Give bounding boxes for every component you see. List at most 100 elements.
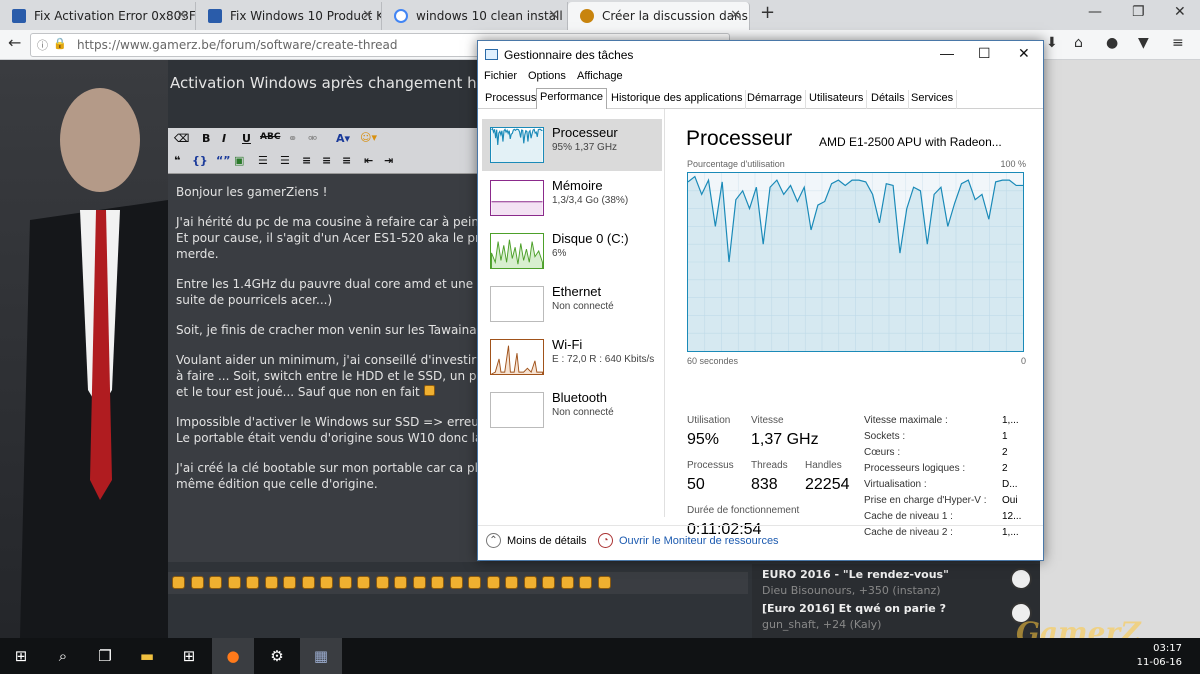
smiley-icon[interactable] [542, 576, 555, 589]
task-manager-taskbar-icon[interactable]: ▦ [300, 638, 342, 674]
smiley-icon[interactable] [172, 576, 185, 589]
resource-bluetooth[interactable]: Bluetooth Non connecté [482, 384, 662, 436]
align-left-icon[interactable]: ≡ [302, 154, 311, 167]
minimize-icon[interactable]: — [940, 45, 954, 61]
menu-fichier[interactable]: Fichier [484, 70, 517, 82]
tab-processus[interactable]: Processus [482, 90, 541, 109]
tab-utilisateurs[interactable]: Utilisateurs [806, 90, 868, 109]
smiley-icon[interactable] [523, 576, 537, 589]
smiley-icon[interactable] [394, 576, 407, 589]
menu-options[interactable]: Options [528, 70, 566, 82]
tab-details[interactable]: Détails [868, 90, 909, 109]
restore-icon[interactable]: ❐ [1132, 4, 1145, 20]
smiley-icon[interactable] [357, 576, 370, 589]
new-tab-button[interactable]: + [760, 2, 775, 23]
firefox-icon[interactable]: ● [212, 638, 254, 674]
resource-disk[interactable]: Disque 0 (C:) 6% [482, 225, 662, 277]
smiley-icon[interactable] [283, 576, 296, 589]
store-icon[interactable]: ⊞ [168, 638, 210, 674]
smiley-icon[interactable] [412, 576, 426, 589]
news-title[interactable]: EURO 2016 - "Le rendez-vous" [762, 568, 949, 581]
numbered-list-icon[interactable]: ☰ [280, 154, 290, 167]
smiley-icon[interactable] [338, 576, 352, 589]
info-value: D... [1002, 479, 1018, 490]
news-title[interactable]: [Euro 2016] Et qwé on parie ? [762, 602, 946, 615]
tab-performance[interactable]: Performance [536, 88, 607, 109]
browser-tab-1[interactable]: Fix Activation Error 0x803F... ✕ [0, 2, 196, 30]
back-icon[interactable]: ← [8, 33, 21, 52]
smiley-icon[interactable] [579, 576, 592, 589]
smiley-icon[interactable] [560, 576, 574, 589]
smiley-icon[interactable] [505, 576, 518, 589]
browser-tab-3[interactable]: windows 10 clean install b... ✕ [382, 2, 568, 30]
post-editor[interactable]: Bonjour les gamerZiens ! J'ai hérité du … [168, 174, 480, 562]
system-clock[interactable]: 03:17 11-06-16 [1137, 642, 1182, 670]
close-tab-icon[interactable]: ✕ [730, 8, 741, 23]
media-icon[interactable]: ▣ [234, 154, 244, 167]
menu-icon[interactable]: ≡ [1172, 35, 1184, 51]
task-view-icon[interactable]: ❐ [84, 638, 126, 674]
smiley-icon[interactable] [264, 576, 278, 589]
task-manager-titlebar[interactable]: Gestionnaire des tâches — ☐ ✕ [478, 41, 1043, 69]
smiley-icon[interactable] [486, 576, 500, 589]
gamerz-favicon-icon [580, 9, 594, 23]
browser-tab-4[interactable]: Créer la discussion dans ... ✕ [568, 2, 750, 30]
pocket-icon[interactable]: ▼ [1138, 35, 1149, 51]
italic-button[interactable]: I [222, 132, 226, 145]
smiley-icon[interactable] [375, 576, 389, 589]
download-icon[interactable]: ⬇ [1046, 35, 1058, 51]
smiley-icon[interactable] [431, 576, 444, 589]
settings-icon[interactable]: ⚙ [256, 638, 298, 674]
close-tab-icon[interactable]: ✕ [176, 8, 187, 23]
fewer-details-button[interactable]: ⌃ Moins de détails [486, 533, 587, 548]
smiley-icon[interactable] [227, 576, 241, 589]
quote-icon[interactable]: ❝ [174, 154, 180, 167]
maximize-icon[interactable]: ☐ [978, 45, 991, 62]
close-icon[interactable]: ✕ [1018, 45, 1030, 62]
resource-ethernet[interactable]: Ethernet Non connecté [482, 278, 662, 330]
smiley-icon[interactable] [320, 576, 333, 589]
smiley-icon[interactable] [468, 576, 481, 589]
align-right-icon[interactable]: ≡ [342, 154, 351, 167]
align-center-icon[interactable]: ≡ [322, 154, 331, 167]
tab-historique[interactable]: Historique des applications [608, 90, 747, 109]
tab-demarrage[interactable]: Démarrage [744, 90, 807, 109]
bold-button[interactable]: B [202, 132, 210, 145]
smiley-icon[interactable] [209, 576, 222, 589]
link-icon[interactable]: ⚭ [288, 132, 297, 145]
resource-cpu[interactable]: Processeur 95% 1,37 GHz [482, 119, 662, 171]
eraser-icon[interactable]: ⌫ [174, 132, 190, 145]
outdent-icon[interactable]: ⇤ [364, 154, 373, 167]
underline-button[interactable]: U [242, 132, 251, 145]
home-icon[interactable]: ⌂ [1074, 35, 1083, 51]
tab-services[interactable]: Services [908, 90, 958, 109]
text-color-button[interactable]: A▾ [336, 132, 350, 145]
minimize-icon[interactable]: — [1088, 4, 1102, 20]
resource-memory[interactable]: Mémoire 1,3/3,4 Go (38%) [482, 172, 662, 224]
browser-tab-2[interactable]: Fix Windows 10 Product Key Er... ✕ [196, 2, 382, 30]
inline-quote-icon[interactable]: “” [216, 154, 230, 167]
smiley-icon[interactable]: ☺▾ [360, 131, 377, 144]
smiley-icon[interactable] [246, 576, 259, 589]
strikethrough-button[interactable]: ABC [260, 132, 280, 142]
smiley-icon[interactable] [597, 576, 611, 589]
bullet-list-icon[interactable]: ☰ [258, 154, 268, 167]
info-icon[interactable]: ⓘ [37, 37, 48, 53]
file-explorer-icon[interactable]: ▬ [126, 638, 168, 674]
smiley-icon[interactable] [301, 576, 315, 589]
menu-affichage[interactable]: Affichage [577, 70, 623, 82]
indent-icon[interactable]: ⇥ [384, 154, 393, 167]
chat-icon[interactable]: ● [1106, 35, 1118, 51]
close-tab-icon[interactable]: ✕ [362, 8, 373, 23]
search-icon[interactable]: ⌕ [42, 638, 84, 674]
resource-monitor-link[interactable]: ◔ Ouvrir le Moniteur de ressources [598, 533, 779, 548]
close-tab-icon[interactable]: ✕ [548, 8, 559, 23]
start-button[interactable]: ⊞ [0, 638, 42, 674]
resource-wifi[interactable]: Wi-Fi E : 72,0 R : 640 Kbits/s [482, 331, 662, 383]
code-icon[interactable]: {} [192, 154, 208, 167]
text-line: Impossible d'activer le Windows sur SSD … [176, 415, 480, 429]
close-window-icon[interactable]: ✕ [1174, 4, 1186, 20]
unlink-icon[interactable]: ⚮ [308, 132, 317, 145]
smiley-icon[interactable] [190, 576, 204, 589]
smiley-icon[interactable] [449, 576, 463, 589]
